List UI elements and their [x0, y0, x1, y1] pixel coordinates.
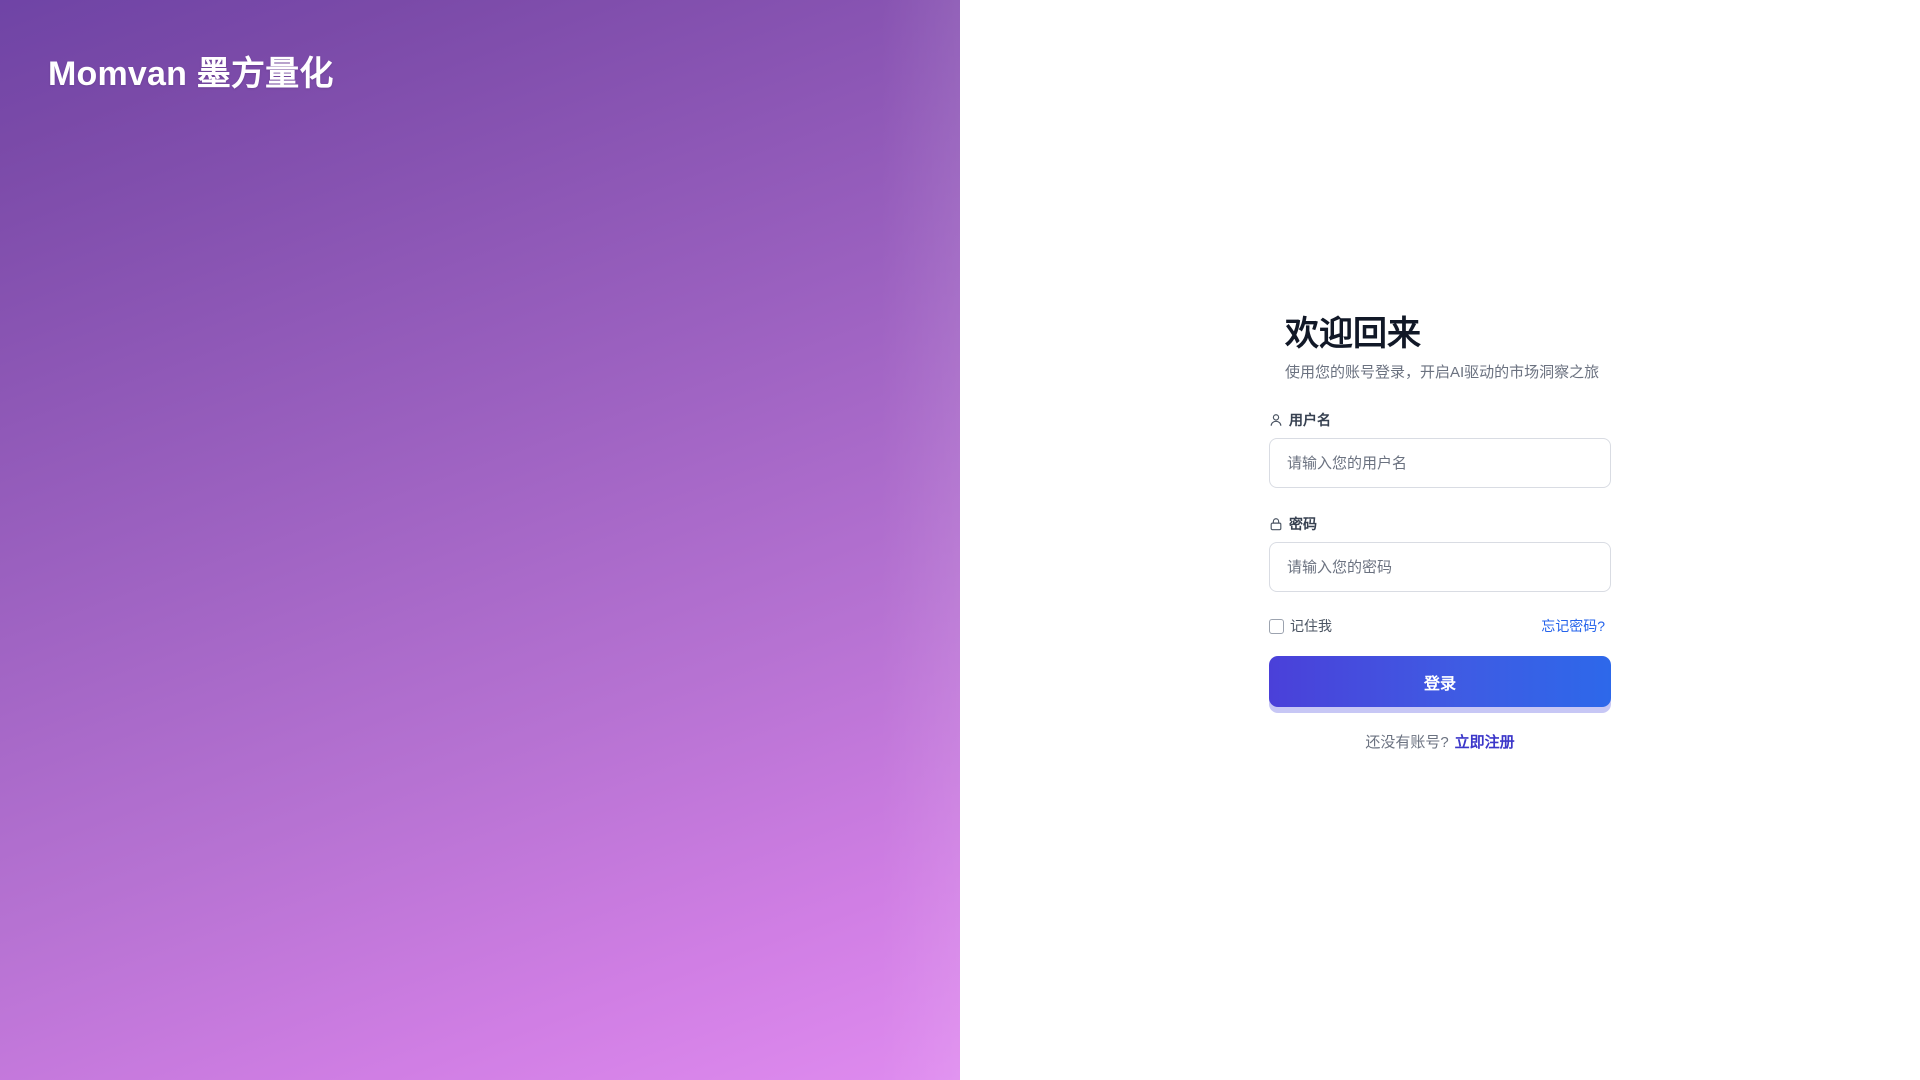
password-label-text: 密码 [1289, 516, 1317, 532]
panel-glow [880, 0, 960, 1080]
username-field-group: 用户名 [1269, 410, 1611, 488]
brand-panel: Momvan 墨方量化 [0, 0, 960, 1080]
remember-checkbox[interactable] [1269, 618, 1284, 634]
login-page: Momvan 墨方量化 欢迎回来 使用您的账号登录，开启AI驱动的市场洞察之旅 … [0, 0, 1920, 1080]
remember-label: 记住我 [1290, 618, 1332, 634]
username-label: 用户名 [1269, 410, 1611, 430]
lock-icon [1270, 518, 1282, 531]
forgot-password-link[interactable]: 忘记密码? [1541, 616, 1605, 636]
login-button[interactable]: 登录 [1269, 656, 1611, 707]
login-form: 欢迎回来 使用您的账号登录，开启AI驱动的市场洞察之旅 用户名 请输入您的用户名… [1269, 312, 1611, 752]
page-title: 欢迎回来 [1285, 315, 1421, 353]
user-icon [1270, 414, 1282, 426]
password-field-group: 密码 [1269, 514, 1611, 592]
username-label-text: 用户名 [1289, 412, 1331, 428]
signup-prompt: 还没有账号? [1365, 734, 1449, 751]
username-input[interactable] [1269, 438, 1611, 488]
password-label: 密码 [1269, 514, 1611, 534]
remember-me[interactable]: 记住我 [1269, 616, 1332, 636]
remember-forgot-row: 记住我 忘记密码? [1269, 616, 1611, 636]
signup-link[interactable]: 立即注册 [1455, 734, 1515, 751]
password-input[interactable] [1269, 542, 1611, 592]
login-button-wrap: 登录 [1269, 656, 1611, 713]
page-subtitle: 使用您的账号登录，开启AI驱动的市场洞察之旅 [1285, 364, 1600, 381]
signup-prompt-row: 还没有账号? 立即注册 [1269, 731, 1611, 752]
login-panel: 欢迎回来 使用您的账号登录，开启AI驱动的市场洞察之旅 用户名 请输入您的用户名… [960, 0, 1920, 1080]
brand-logo-text: Momvan 墨方量化 [48, 55, 334, 93]
